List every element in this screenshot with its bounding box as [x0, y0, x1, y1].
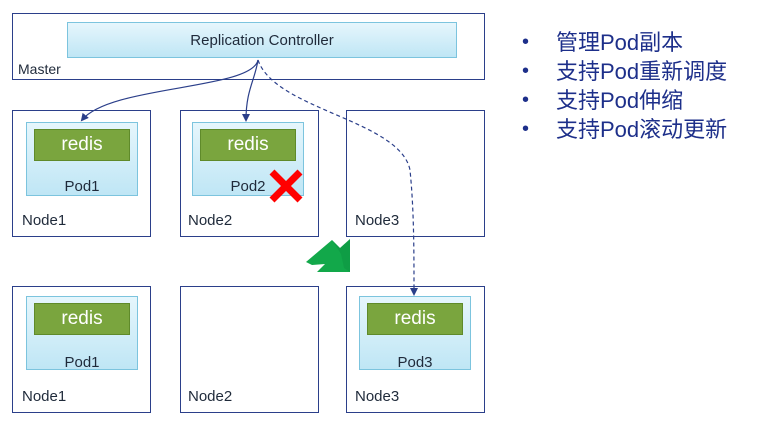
feature-item: 支持Pod重新调度	[522, 57, 727, 86]
feature-list: 管理Pod副本 支持Pod重新调度 支持Pod伸缩 支持Pod滚动更新	[522, 28, 727, 144]
feature-item: 支持Pod伸缩	[522, 86, 727, 115]
connector-to-pod2	[242, 59, 259, 122]
feature-item: 管理Pod副本	[522, 28, 727, 57]
cross-icon	[269, 169, 303, 203]
feature-item: 支持Pod滚动更新	[522, 115, 727, 144]
down-arrow-icon	[306, 239, 350, 272]
connector-to-pod1	[80, 59, 259, 122]
